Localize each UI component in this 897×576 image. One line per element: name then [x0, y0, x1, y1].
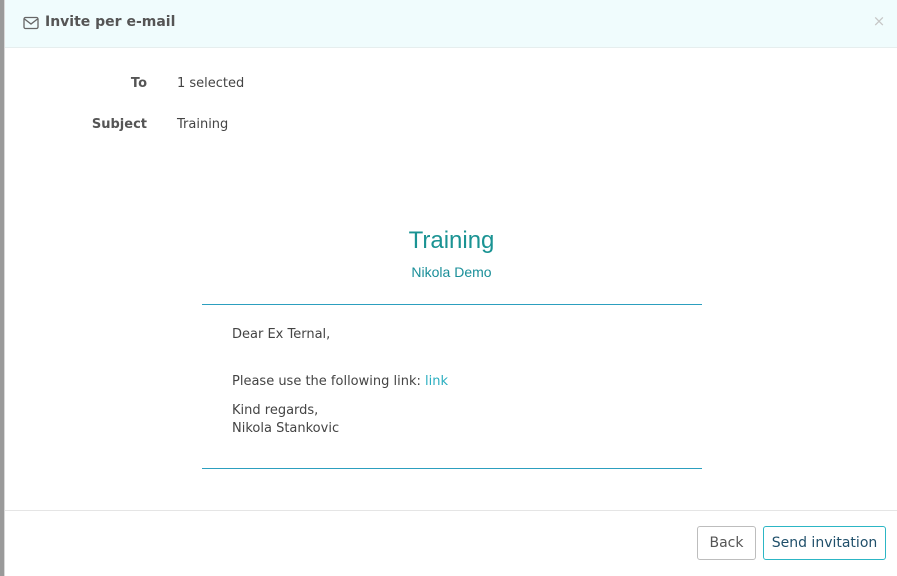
email-preview-title: Training	[408, 227, 495, 254]
preview-divider-bottom	[202, 468, 702, 469]
email-link-line: Please use the following link: link	[232, 374, 448, 389]
close-icon[interactable]: ×	[871, 12, 887, 30]
email-closing: Kind regards,	[232, 403, 319, 418]
dialog-header: Invite per e-mail ×	[5, 0, 897, 48]
footer-divider	[5, 510, 897, 511]
subject-value[interactable]: Training	[177, 117, 228, 132]
to-value[interactable]: 1 selected	[177, 76, 244, 91]
preview-divider-top	[202, 304, 702, 305]
email-signature: Nikola Stankovic	[232, 421, 340, 436]
envelope-icon	[23, 16, 39, 30]
email-greeting: Dear Ex Ternal,	[232, 327, 331, 342]
subject-label: Subject	[91, 117, 147, 132]
email-link-intro: Please use the following link:	[232, 374, 426, 389]
dialog-title: Invite per e-mail	[45, 14, 176, 30]
back-button[interactable]: Back	[697, 526, 756, 560]
send-invitation-button[interactable]: Send invitation	[763, 526, 886, 560]
email-link[interactable]: link	[425, 374, 448, 389]
email-preview-subtitle: Nikola Demo	[411, 264, 492, 280]
to-label: To	[130, 76, 147, 91]
invite-dialog: Invite per e-mail × To 1 selected Subjec…	[4, 0, 897, 576]
